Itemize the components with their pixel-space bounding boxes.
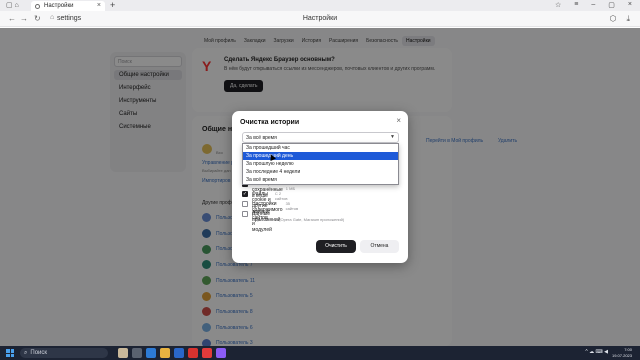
app-icon[interactable] (118, 348, 128, 358)
tab-title: Настройки (44, 3, 74, 9)
option-day[interactable]: За прошедший день (243, 152, 398, 160)
taskbar: ⌕ Поиск ^ ☁ ⌨ ◀ 7:00 19.07.2023 (0, 346, 640, 360)
bookmark-icon[interactable]: ☆ (555, 1, 561, 9)
option-sub: 2 приложения (Opera Gate, Магазин прилож… (252, 217, 345, 222)
minimize-icon[interactable]: – (591, 1, 595, 9)
checkbox-unchecked-icon[interactable] (242, 201, 248, 207)
clear-button[interactable]: Очистить (316, 240, 356, 253)
taskbar-search[interactable]: ⌕ Поиск (20, 348, 108, 358)
menu-icon[interactable]: ≡ (574, 1, 578, 9)
tab-settings[interactable]: Настройки × (31, 1, 105, 11)
start-menu-icon[interactable] (6, 349, 14, 357)
option-week[interactable]: За прошлую неделю (243, 160, 398, 168)
settings-favicon-icon (35, 3, 40, 9)
time-range-value: За всё время (246, 135, 277, 141)
option-meta: 35 сайтов (285, 201, 299, 211)
store-icon[interactable] (174, 348, 184, 358)
search-icon: ⌕ (24, 349, 28, 356)
checkbox-checked-icon[interactable]: ✓ (242, 191, 248, 197)
tab-close-icon[interactable]: × (97, 2, 101, 9)
option-4-weeks[interactable]: За последние 4 недели (243, 168, 398, 176)
address-bar: ← → ↻ ⌂ settings Настройки ⬡ ⤓ (0, 11, 640, 27)
checkbox-unchecked-icon[interactable] (242, 211, 248, 217)
time-range-select[interactable]: За всё время ▼ (242, 132, 399, 143)
option-all-time[interactable]: За всё время (243, 176, 398, 184)
tab-strip: ▢ ⌂ Настройки × + ☆ ≡ – ▢ × (0, 0, 640, 11)
toolbar-icons: ⬡ ⤓ (609, 14, 630, 24)
explorer-icon[interactable] (160, 348, 170, 358)
option-hour[interactable]: За прошедший час (243, 144, 398, 152)
edge-icon[interactable] (146, 348, 156, 358)
taskbar-search-label: Поиск (30, 350, 48, 356)
new-tab-button[interactable]: + (110, 0, 115, 10)
option-app-data[interactable]: Данные приложений 2 приложения (Opera Ga… (242, 211, 344, 223)
tray-icons[interactable]: ^ ☁ ⌨ ◀ (585, 349, 608, 355)
tab-menu-icon[interactable]: ▢ ⌂ (6, 1, 19, 9)
dialog-title: Очистка истории (240, 119, 300, 126)
task-view-icon[interactable] (132, 348, 142, 358)
clock-date: 19.07.2023 (611, 352, 632, 358)
extensions-icon[interactable]: ⬡ (609, 14, 616, 24)
maximize-icon[interactable]: ▢ (608, 1, 615, 9)
chevron-down-icon: ▼ (390, 134, 395, 140)
yandex-browser-icon[interactable] (202, 348, 212, 358)
app-icon[interactable] (216, 348, 226, 358)
downloads-icon[interactable]: ⤓ (626, 14, 630, 24)
clear-history-dialog: Очистка истории × За всё время ▼ ✓ Файлы… (232, 111, 408, 263)
option-meta: С 2 сайтов (274, 191, 288, 201)
cancel-button[interactable]: Отмена (360, 240, 399, 253)
opera-icon[interactable] (188, 348, 198, 358)
close-window-icon[interactable]: × (628, 1, 632, 9)
taskbar-apps (118, 348, 226, 358)
time-range-dropdown: За прошедший час За прошедший день За пр… (242, 143, 399, 185)
window-controls: ☆ ≡ – ▢ × (555, 1, 632, 9)
page-title: Настройки (302, 15, 338, 22)
clock[interactable]: 7:00 19.07.2023 (612, 347, 632, 358)
dialog-close-icon[interactable]: × (396, 116, 401, 125)
